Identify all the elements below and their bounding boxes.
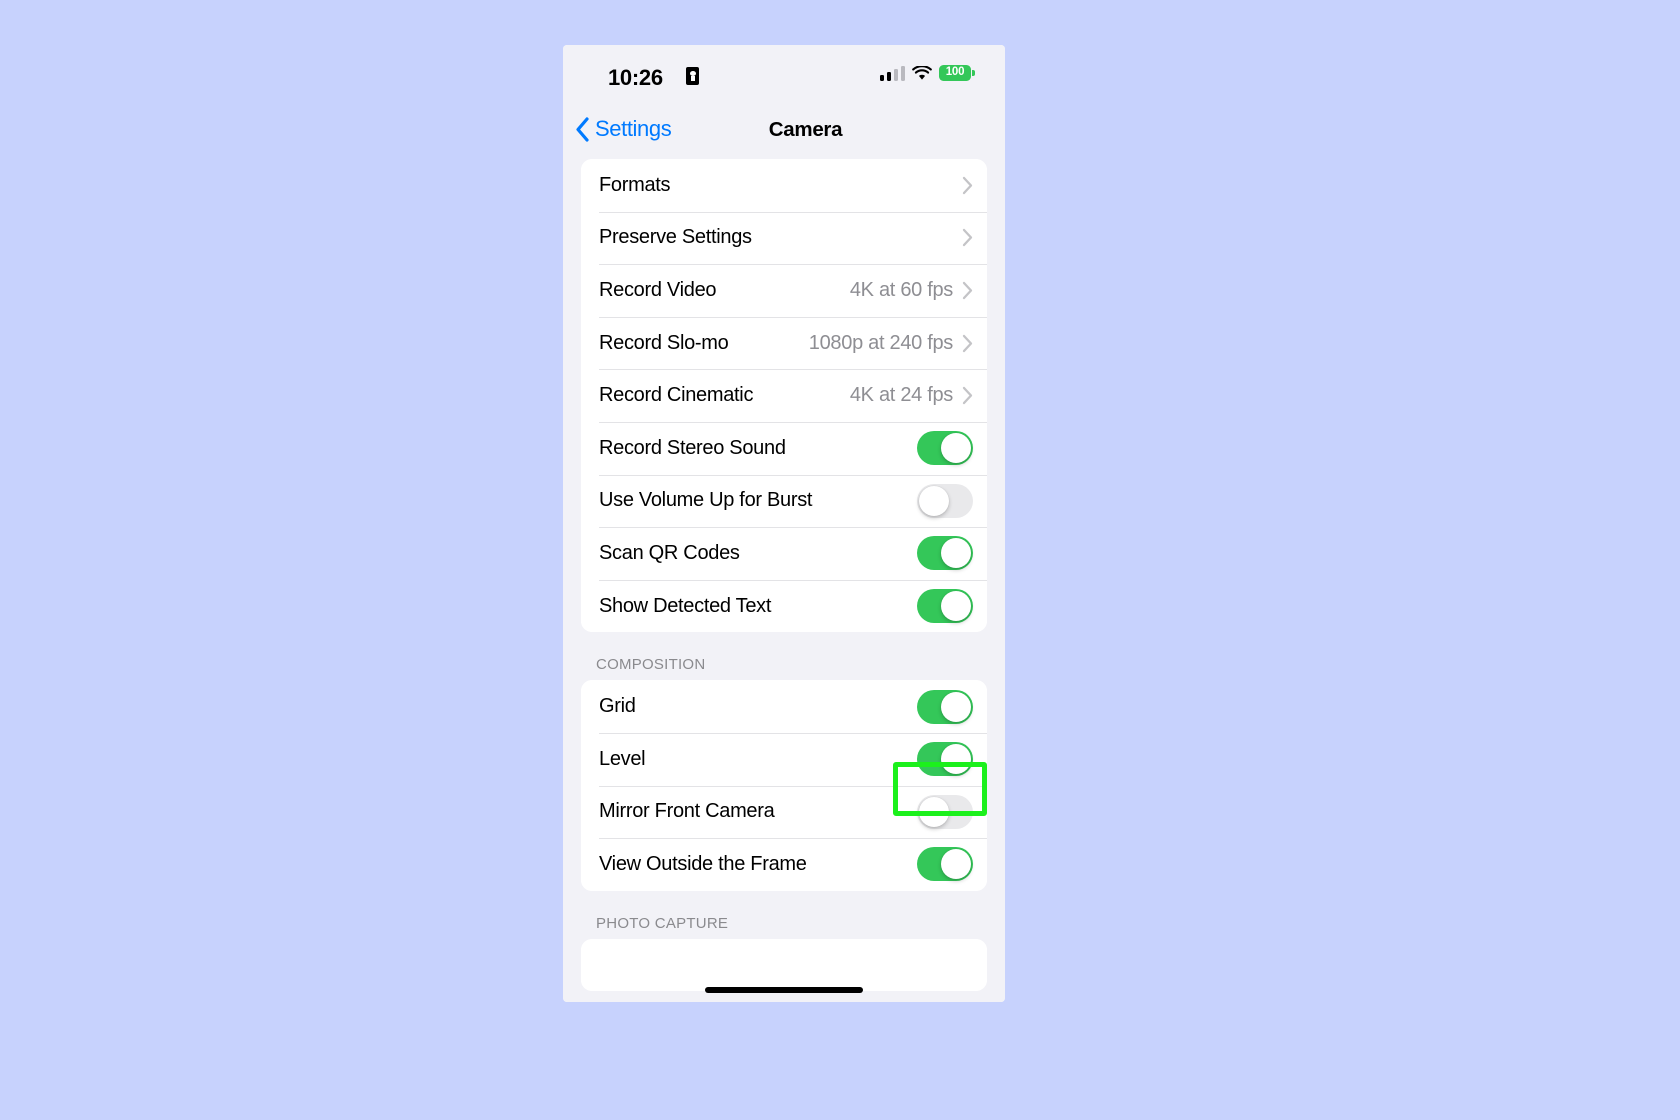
chevron-right-icon bbox=[962, 334, 973, 352]
row-label: Mirror Front Camera bbox=[599, 800, 775, 823]
chevron-right-icon bbox=[962, 387, 973, 405]
row-label: View Outside the Frame bbox=[599, 852, 807, 875]
toggle-knob bbox=[941, 538, 971, 569]
row-label: Record Slo-mo bbox=[599, 331, 729, 354]
settings-group-photo-capture bbox=[581, 938, 987, 992]
settings-list[interactable]: Formats Preserve Settings Record Video 4 bbox=[563, 159, 1005, 1002]
settings-group-camera: Formats Preserve Settings Record Video 4 bbox=[581, 159, 987, 633]
row-value: 4K at 24 fps bbox=[849, 384, 953, 407]
settings-row-record-video[interactable]: Record Video 4K at 60 fps bbox=[581, 264, 987, 317]
settings-row-show-detected-text[interactable]: Show Detected Text bbox=[581, 579, 987, 633]
row-label: Level bbox=[599, 747, 646, 770]
settings-row-grid[interactable]: Grid bbox=[581, 680, 987, 733]
toggle-knob bbox=[919, 485, 949, 516]
settings-row-formats[interactable]: Formats bbox=[581, 159, 987, 212]
row-label: Formats bbox=[599, 173, 671, 196]
settings-row-use-volume-up-for-burst[interactable]: Use Volume Up for Burst bbox=[581, 474, 987, 528]
mirror-front-camera-toggle[interactable] bbox=[917, 794, 973, 829]
toggle-knob bbox=[941, 849, 971, 880]
row-label: Use Volume Up for Burst bbox=[599, 489, 813, 512]
lock-portrait-orientation-icon bbox=[686, 67, 699, 85]
view-outside-the-frame-toggle[interactable] bbox=[917, 847, 973, 882]
toggle-knob bbox=[919, 796, 949, 827]
toggle-knob bbox=[941, 433, 971, 464]
toggle-knob bbox=[941, 691, 971, 722]
settings-row-level[interactable]: Level bbox=[581, 732, 987, 786]
row-label: Record Cinematic bbox=[599, 384, 754, 407]
chevron-right-icon bbox=[962, 176, 973, 194]
status-bar-time: 10:26 bbox=[608, 65, 663, 90]
settings-group-composition: Grid Level Mirror Front Camera View Outs… bbox=[581, 680, 987, 891]
chevron-right-icon bbox=[962, 281, 973, 300]
status-bar-indicators: 100 bbox=[879, 65, 975, 81]
settings-row-mirror-front-camera[interactable]: Mirror Front Camera bbox=[581, 785, 987, 839]
row-label: Record Stereo Sound bbox=[599, 436, 786, 459]
screenshot-canvas: 10:26 100 Settings Camera Formats Preser… bbox=[0, 0, 1680, 1120]
toggle-knob bbox=[941, 744, 971, 775]
record-stereo-sound-toggle[interactable] bbox=[917, 431, 973, 466]
battery-icon: 100 bbox=[939, 65, 975, 81]
settings-row-view-outside-the-frame[interactable]: View Outside the Frame bbox=[581, 838, 987, 891]
scan-qr-codes-toggle[interactable] bbox=[917, 536, 973, 571]
settings-row-placeholder[interactable] bbox=[581, 938, 987, 992]
toggle-knob bbox=[941, 591, 971, 622]
level-toggle[interactable] bbox=[917, 742, 973, 777]
settings-row-record-slo-mo[interactable]: Record Slo-mo 1080p at 240 fps bbox=[581, 316, 987, 370]
home-indicator bbox=[705, 987, 863, 993]
row-value: 4K at 60 fps bbox=[849, 278, 953, 301]
wifi-icon bbox=[912, 65, 932, 80]
navigation-bar: Settings Camera bbox=[563, 107, 1005, 159]
status-bar: 10:26 100 bbox=[563, 45, 1005, 107]
row-label: Grid bbox=[599, 695, 636, 718]
settings-row-record-stereo-sound[interactable]: Record Stereo Sound bbox=[581, 421, 987, 475]
section-header-composition: COMPOSITION bbox=[596, 656, 706, 674]
row-value: 1080p at 240 fps bbox=[808, 331, 954, 354]
chevron-right-icon bbox=[962, 229, 973, 247]
page-title: Camera bbox=[768, 118, 843, 141]
row-label: Record Video bbox=[599, 278, 717, 301]
settings-row-record-cinematic[interactable]: Record Cinematic 4K at 24 fps bbox=[581, 369, 987, 422]
settings-row-preserve-settings[interactable]: Preserve Settings bbox=[581, 211, 987, 265]
cellular-signal-icon bbox=[879, 65, 905, 81]
settings-row-scan-qr-codes[interactable]: Scan QR Codes bbox=[581, 527, 987, 580]
battery-percentage: 100 bbox=[945, 66, 965, 79]
grid-toggle[interactable] bbox=[917, 689, 973, 724]
row-label: Scan QR Codes bbox=[599, 541, 740, 564]
phone-screen: 10:26 100 Settings Camera Formats Preser… bbox=[563, 45, 1005, 1002]
section-header-photo-capture: PHOTO CAPTURE bbox=[596, 914, 729, 932]
row-label: Show Detected Text bbox=[599, 594, 772, 617]
show-detected-text-toggle[interactable] bbox=[917, 589, 973, 624]
use-volume-up-for-burst-toggle[interactable] bbox=[917, 483, 973, 518]
row-label: Preserve Settings bbox=[599, 226, 752, 249]
